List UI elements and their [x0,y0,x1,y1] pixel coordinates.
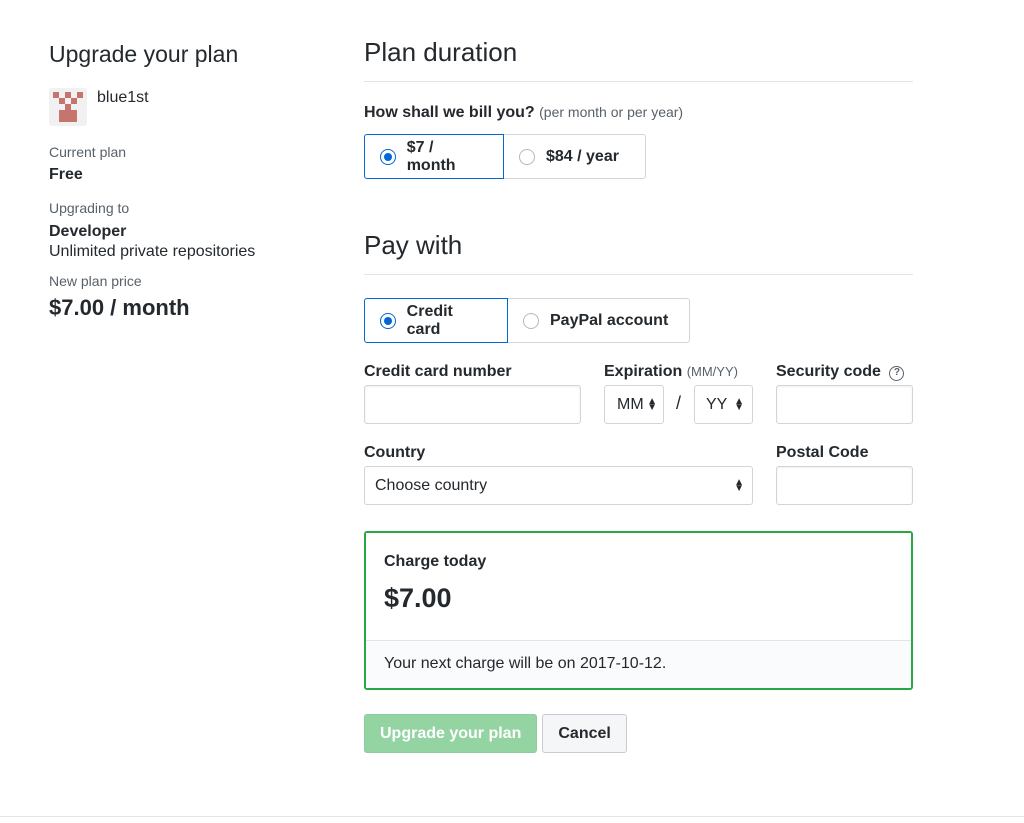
charge-today-label: Charge today [384,553,487,570]
billing-period-group: $7 / month $84 / year [364,134,913,179]
country-select[interactable]: Choose country ▲ ▼ [364,466,753,505]
security-code-input[interactable] [776,385,913,424]
charge-today-amount: $7.00 [384,583,452,613]
card-number-label: Credit card number [364,363,512,380]
charge-summary-box: Charge today $7.00 Your next charge will… [364,531,913,690]
cancel-button[interactable]: Cancel [542,714,627,753]
expiration-year-value: YY [706,395,728,413]
help-icon[interactable]: ? [889,366,905,381]
credit-card-label: Credit card [406,302,453,338]
upgrading-to-description: Unlimited private repositories [49,243,256,260]
charge-summary-top: Charge today $7.00 [366,533,911,640]
card-fields-row: Credit card number Expiration (MM/YY) MM… [364,363,913,445]
address-fields-row: Country Choose country ▲ ▼ Postal Code [364,444,913,528]
expiration-separator: / [676,393,682,413]
radio-unselected-icon [523,312,539,329]
avatar [49,88,87,126]
current-plan-value: Free [49,166,83,183]
radio-selected-icon [380,148,396,165]
plan-duration-title: Plan duration [364,36,913,82]
paypal-label: PayPal account [550,311,669,329]
updown-arrows-icon: ▲ ▼ [647,395,657,413]
card-number-input[interactable] [364,385,581,424]
user-row: blue1st [49,88,339,126]
radio-unselected-icon [519,148,535,165]
upgrading-to-value: Developer [49,223,127,240]
credit-card-option[interactable]: Credit card [364,298,508,343]
updown-arrows-icon: ▲ ▼ [734,395,744,413]
plan-summary-sidebar: Upgrade your plan blue1st Current plan F… [49,40,339,321]
security-code-label: Security code ? [776,363,905,381]
radio-selected-icon [380,312,396,329]
expiration-year-select[interactable]: YY ▲ ▼ [694,385,753,424]
billing-question-text: How shall we bill you? [364,104,535,121]
current-plan-label: Current plan [49,144,127,160]
upgrading-to-label: Upgrading to [49,200,130,216]
expiration-label: Expiration (MM/YY) [604,363,738,381]
form-actions: Upgrade your plan Cancel [364,714,913,753]
page-bottom-divider [0,816,1024,817]
billing-yearly-label: $84 / year [546,147,619,165]
username: blue1st [97,89,149,106]
postal-code-input[interactable] [776,466,913,505]
page: Upgrade your plan blue1st Current plan F… [0,0,1024,823]
pay-with-title: Pay with [364,229,913,275]
billing-monthly-option[interactable]: $7 / month [364,134,504,179]
next-charge-note: Your next charge will be on 2017-10-12. [366,640,911,688]
billing-question: How shall we bill you? (per month or per… [364,104,913,122]
postal-code-label: Postal Code [776,444,869,461]
country-select-value: Choose country [375,476,488,494]
new-plan-price-value: $7.00 / month [49,295,190,320]
upgrade-form: Plan duration How shall we bill you? (pe… [364,36,913,753]
expiration-month-select[interactable]: MM ▲ ▼ [604,385,664,424]
paypal-option[interactable]: PayPal account [508,298,690,343]
billing-monthly-label: $7 / month [406,138,456,174]
new-plan-price-label: New plan price [49,273,142,289]
security-code-label-text: Security code [776,363,881,380]
sidebar-title: Upgrade your plan [49,41,239,67]
billing-yearly-option[interactable]: $84 / year [504,134,646,179]
updown-arrows-icon: ▲ ▼ [734,476,744,494]
expiration-label-text: Expiration [604,363,683,380]
expiration-hint: (MM/YY) [686,364,738,379]
country-label: Country [364,444,426,461]
upgrade-plan-button[interactable]: Upgrade your plan [364,714,538,753]
expiration-month-value: MM [617,395,644,413]
payment-method-group: Credit card PayPal account [364,298,913,343]
billing-question-hint: (per month or per year) [539,104,684,120]
